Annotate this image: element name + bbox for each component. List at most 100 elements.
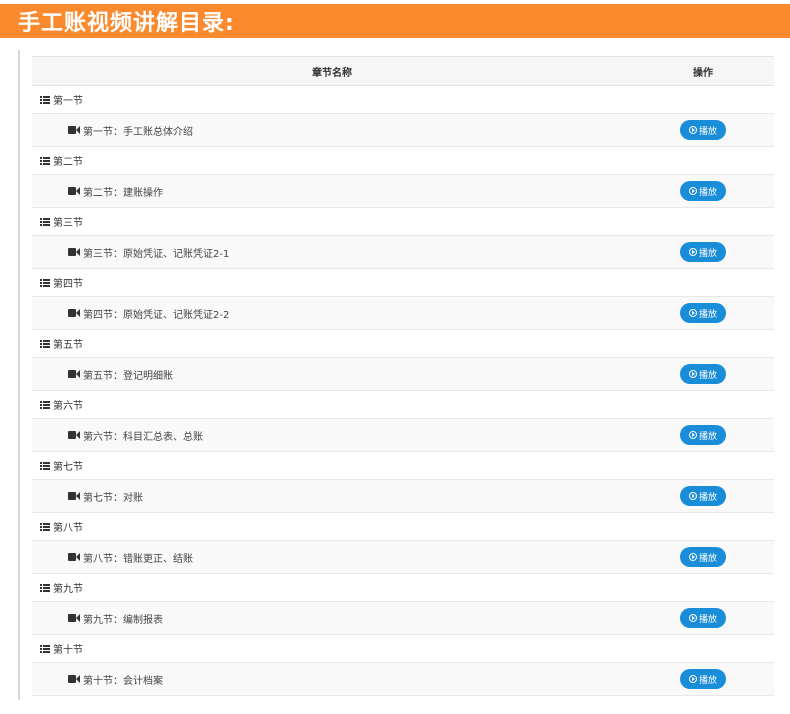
- lesson-name-cell: 第二节：建账操作: [32, 174, 632, 208]
- section-cell: 第四节: [32, 268, 774, 297]
- play-button[interactable]: 播放: [680, 486, 726, 506]
- section-heading: 第六节: [40, 397, 774, 412]
- section-cell: 第七节: [32, 451, 774, 480]
- video-camera-icon: [68, 431, 80, 439]
- title-banner: 手工账视频讲解目录:: [0, 4, 790, 38]
- section-cell: 第八节: [32, 512, 774, 541]
- play-circle-icon: [688, 614, 697, 622]
- video-camera-icon: [68, 187, 80, 195]
- section-label: 第八节: [53, 523, 83, 534]
- list-icon: [40, 217, 50, 226]
- section-row: 第五节: [32, 329, 774, 358]
- play-button[interactable]: 播放: [680, 120, 726, 140]
- lesson-action-cell: 播放: [632, 601, 774, 635]
- section-row: 第二节: [32, 146, 774, 175]
- section-row: 第八节: [32, 512, 774, 541]
- play-circle-icon: [688, 370, 697, 378]
- list-icon: [40, 156, 50, 165]
- lesson-name-cell: 第五节：登记明细账: [32, 357, 632, 391]
- lesson-title: 第七节：对账: [68, 489, 632, 504]
- lesson-title: 第二节：建账操作: [68, 184, 632, 199]
- section-heading: 第二节: [40, 153, 774, 168]
- lesson-row: 第二节：建账操作 播放: [32, 174, 774, 208]
- section-row: 第三节: [32, 207, 774, 236]
- lesson-title: 第三节：原始凭证、记账凭证2-1: [68, 245, 632, 260]
- section-cell: 第五节: [32, 329, 774, 358]
- video-camera-icon: [68, 492, 80, 500]
- catalog-frame: 章节名称 操作 第一节 第一节：手工账总体介绍 播放 第二节 第二节：建账操作 播放 第三节…: [18, 50, 778, 700]
- lesson-action-cell: 播放: [632, 662, 774, 696]
- section-cell: 第一节: [32, 85, 774, 114]
- lesson-row: 第八节：错账更正、结账 播放: [32, 540, 774, 574]
- lesson-label: 第三节：原始凭证、记账凭证2-1: [83, 248, 230, 260]
- section-heading: 第十节: [40, 641, 774, 656]
- lesson-name-cell: 第八节：错账更正、结账: [32, 540, 632, 574]
- play-button-label: 播放: [698, 431, 717, 442]
- play-button[interactable]: 播放: [680, 547, 726, 567]
- lesson-label: 第一节：手工账总体介绍: [83, 126, 193, 138]
- section-cell: 第六节: [32, 390, 774, 419]
- section-label: 第三节: [53, 218, 83, 229]
- play-button[interactable]: 播放: [680, 425, 726, 445]
- play-button-label: 播放: [698, 309, 717, 320]
- play-button[interactable]: 播放: [680, 364, 726, 384]
- play-button-label: 播放: [698, 614, 717, 625]
- lesson-action-cell: 播放: [632, 418, 774, 452]
- lesson-action-cell: 播放: [632, 357, 774, 391]
- list-icon: [40, 278, 50, 287]
- lesson-label: 第十节：会计档案: [83, 675, 163, 687]
- play-circle-icon: [688, 431, 697, 439]
- video-camera-icon: [68, 126, 80, 134]
- list-icon: [40, 522, 50, 531]
- section-label: 第七节: [53, 462, 83, 473]
- play-button-label: 播放: [698, 248, 717, 259]
- play-button[interactable]: 播放: [680, 669, 726, 689]
- lesson-name-cell: 第四节：原始凭证、记账凭证2-2: [32, 296, 632, 330]
- catalog-body: 第一节 第一节：手工账总体介绍 播放 第二节 第二节：建账操作 播放 第三节 第三节：原始凭证…: [32, 85, 774, 696]
- section-label: 第二节: [53, 157, 83, 168]
- play-circle-icon: [688, 675, 697, 683]
- lesson-label: 第八节：错账更正、结账: [83, 553, 193, 565]
- play-button[interactable]: 播放: [680, 242, 726, 262]
- section-row: 第七节: [32, 451, 774, 480]
- section-row: 第十节: [32, 634, 774, 663]
- play-button[interactable]: 播放: [680, 181, 726, 201]
- list-icon: [40, 95, 50, 104]
- play-circle-icon: [688, 187, 697, 195]
- section-heading: 第八节: [40, 519, 774, 534]
- section-heading: 第七节: [40, 458, 774, 473]
- lesson-title: 第八节：错账更正、结账: [68, 550, 632, 565]
- play-button-label: 播放: [698, 675, 717, 686]
- lesson-label: 第二节：建账操作: [83, 187, 163, 199]
- video-camera-icon: [68, 675, 80, 683]
- play-circle-icon: [688, 492, 697, 500]
- lesson-row: 第五节：登记明细账 播放: [32, 357, 774, 391]
- page-title: 手工账视频讲解目录:: [18, 11, 235, 36]
- play-button-label: 播放: [698, 492, 717, 503]
- video-camera-icon: [68, 370, 80, 378]
- lesson-title: 第九节：编制报表: [68, 611, 632, 626]
- play-circle-icon: [688, 309, 697, 317]
- section-cell: 第九节: [32, 573, 774, 602]
- lesson-title: 第四节：原始凭证、记账凭证2-2: [68, 306, 632, 321]
- play-button-label: 播放: [698, 126, 717, 137]
- play-button[interactable]: 播放: [680, 303, 726, 323]
- lesson-action-cell: 播放: [632, 296, 774, 330]
- column-header-name: 章节名称: [32, 56, 632, 86]
- play-button-label: 播放: [698, 553, 717, 564]
- lesson-name-cell: 第六节：科目汇总表、总账: [32, 418, 632, 452]
- section-row: 第一节: [32, 85, 774, 114]
- list-icon: [40, 461, 50, 470]
- lesson-title: 第一节：手工账总体介绍: [68, 123, 632, 138]
- section-label: 第四节: [53, 279, 83, 290]
- lesson-row: 第四节：原始凭证、记账凭证2-2 播放: [32, 296, 774, 330]
- column-header-action: 操作: [632, 56, 774, 86]
- lesson-row: 第十节：会计档案 播放: [32, 662, 774, 696]
- lesson-label: 第五节：登记明细账: [83, 370, 173, 382]
- lesson-action-cell: 播放: [632, 540, 774, 574]
- section-label: 第六节: [53, 401, 83, 412]
- section-label: 第九节: [53, 584, 83, 595]
- play-button[interactable]: 播放: [680, 608, 726, 628]
- section-row: 第四节: [32, 268, 774, 297]
- lesson-name-cell: 第九节：编制报表: [32, 601, 632, 635]
